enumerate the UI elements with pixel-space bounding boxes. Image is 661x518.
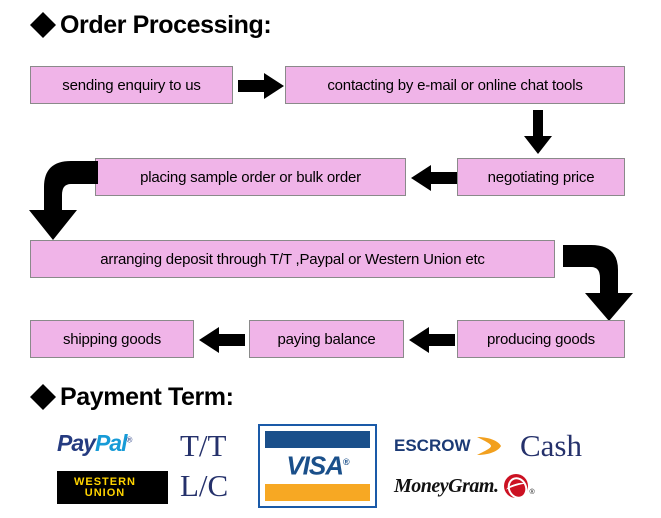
moneygram-period: . <box>493 474 499 497</box>
order-processing-heading: Order Processing: <box>30 10 272 39</box>
registered-mark-icon: ® <box>126 435 132 445</box>
flow-box-label: producing goods <box>487 330 595 348</box>
lc-payment-label: L/C <box>180 468 229 503</box>
registered-mark-icon: ® <box>343 456 350 467</box>
cash-payment-label: Cash <box>520 428 582 463</box>
paypal-logo: PayPal® <box>57 430 132 456</box>
flow-box-label: arranging deposit through T/T ,Paypal or… <box>100 250 485 268</box>
western-union-line1: WESTERN <box>74 475 136 488</box>
moneygram-label: MoneyGram <box>394 474 494 497</box>
arrow-right-icon <box>238 73 284 99</box>
visa-bottom-bar <box>265 484 370 501</box>
escrow-label: ESCROW <box>394 436 471 455</box>
flow-box-label: contacting by e-mail or online chat tool… <box>327 76 583 94</box>
diamond-bullet-icon <box>30 0 56 38</box>
moneygram-globe-icon <box>504 474 529 498</box>
visa-wordmark: VISA® <box>260 451 375 482</box>
moneygram-logo: MoneyGram . ® <box>394 474 535 498</box>
arrow-left-icon <box>411 165 457 191</box>
flow-box-arranging-deposit: arranging deposit through T/T ,Paypal or… <box>30 240 555 278</box>
flow-box-contacting: contacting by e-mail or online chat tool… <box>285 66 625 104</box>
elbow-arrow-right-down-icon <box>563 243 637 321</box>
arrow-down-icon <box>524 110 552 154</box>
order-processing-payment-term-graphic: Order Processing: sending enquiry to us … <box>0 0 661 518</box>
arrow-left-icon <box>199 327 245 353</box>
visa-top-bar <box>265 431 370 448</box>
flow-box-placing-order: placing sample order or bulk order <box>95 158 406 196</box>
western-union-line2: UNION <box>84 486 126 499</box>
flow-box-sending-enquiry: sending enquiry to us <box>30 66 233 104</box>
paypal-part2: Pal <box>94 430 128 456</box>
order-processing-title: Order Processing: <box>60 10 272 39</box>
visa-logo: VISA® <box>258 424 377 508</box>
tt-payment-label: T/T <box>180 428 227 463</box>
flow-box-negotiating-price: negotiating price <box>457 158 625 196</box>
arrow-left-icon <box>409 327 455 353</box>
diamond-bullet-icon <box>30 371 56 410</box>
flow-box-paying-balance: paying balance <box>249 320 404 358</box>
elbow-arrow-left-down-icon <box>24 157 98 240</box>
western-union-logo: WESTERN UNION <box>57 471 168 504</box>
registered-mark-icon: ® <box>529 489 535 496</box>
flow-box-label: negotiating price <box>487 168 595 186</box>
visa-label: VISA <box>286 450 344 481</box>
payment-term-title: Payment Term: <box>60 382 234 411</box>
flow-box-label: sending enquiry to us <box>62 76 201 94</box>
flow-box-label: paying balance <box>277 330 376 348</box>
paypal-part1: Pay <box>57 430 96 456</box>
escrow-logo: ESCROW <box>394 435 503 457</box>
flow-box-producing-goods: producing goods <box>457 320 625 358</box>
flow-box-label: placing sample order or bulk order <box>140 168 361 186</box>
flow-box-label: shipping goods <box>62 330 162 348</box>
payment-term-heading: Payment Term: <box>30 384 234 410</box>
flow-box-shipping-goods: shipping goods <box>30 320 194 358</box>
escrow-swoosh-icon <box>476 437 501 455</box>
